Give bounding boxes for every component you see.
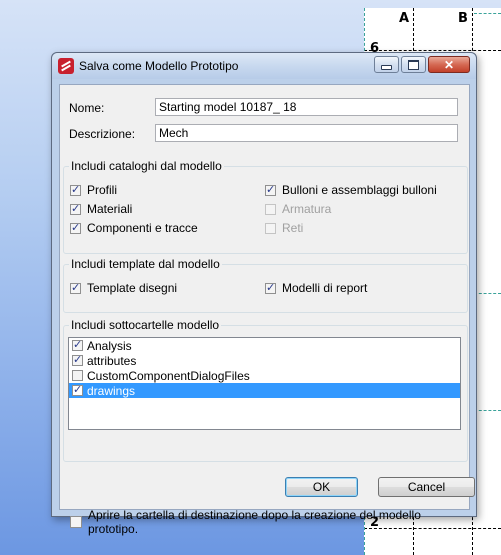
list-item-label: Analysis	[87, 338, 132, 353]
catalogs-group: Includi cataloghi dal modello Profili Ma…	[63, 159, 468, 254]
checkbox-label: Componenti e tracce	[87, 221, 198, 235]
checkbox-componenti-e-tracce[interactable]: Componenti e tracce	[70, 221, 198, 235]
checkbox-box	[70, 516, 82, 528]
catalogs-group-title: Includi cataloghi dal modello	[69, 159, 224, 173]
name-label: Nome:	[69, 101, 105, 115]
checkbox-box[interactable]	[72, 338, 83, 351]
list-item-label: drawings	[87, 383, 136, 398]
checkbox-label: Bulloni e assemblaggi bulloni	[282, 183, 437, 197]
list-item[interactable]: CustomComponentDialogFiles	[69, 368, 460, 383]
grid-guide	[474, 410, 501, 411]
checkbox-bulloni[interactable]: Bulloni e assemblaggi bulloni	[265, 183, 437, 197]
checkbox-box	[70, 281, 81, 294]
maximize-button[interactable]	[401, 56, 426, 73]
dialog-titlebar[interactable]: Salva come Modello Prototipo ✕	[52, 53, 476, 79]
minimize-icon	[381, 65, 392, 70]
list-item-label: attributes	[87, 353, 137, 368]
close-button[interactable]: ✕	[428, 56, 470, 73]
save-prototype-dialog: Salva come Modello Prototipo ✕ Nome: Des…	[51, 52, 477, 536]
checkbox-box[interactable]	[72, 353, 83, 366]
checkbox-box[interactable]	[72, 383, 83, 396]
checkbox-box[interactable]	[72, 370, 83, 381]
templates-group: Includi template dal modello Template di…	[63, 257, 468, 313]
checkbox-label: Reti	[282, 221, 304, 235]
checkbox-reti: Reti	[265, 221, 303, 235]
checkbox-materiali[interactable]: Materiali	[70, 202, 132, 216]
checkbox-box	[265, 203, 276, 215]
checkbox-armatura: Armatura	[265, 202, 331, 216]
grid-line-6	[364, 50, 501, 51]
app-icon	[58, 58, 74, 74]
dialog-body: Nome: Descrizione: Includi cataloghi dal…	[59, 84, 475, 536]
list-item[interactable]: Analysis	[69, 338, 460, 353]
templates-group-title: Includi template dal modello	[69, 257, 222, 271]
checkbox-label: Modelli di report	[282, 281, 368, 295]
list-item[interactable]: drawings	[69, 383, 460, 398]
checkbox-profili[interactable]: Profili	[70, 183, 117, 197]
grid-label-b: B	[458, 11, 468, 26]
checkbox-box	[70, 202, 81, 215]
grid-guide	[474, 13, 501, 14]
checkbox-label: Profili	[87, 183, 118, 197]
dialog-title: Salva come Modello Prototipo	[79, 59, 239, 73]
checkbox-modelli-di-report[interactable]: Modelli di report	[265, 281, 367, 295]
maximize-icon	[408, 59, 419, 70]
subfolders-listbox[interactable]: Analysis attributes CustomComponentDialo…	[68, 337, 461, 430]
grid-guide	[474, 293, 501, 294]
checkbox-label: Armatura	[282, 202, 332, 216]
list-item[interactable]: attributes	[69, 353, 460, 368]
description-input[interactable]	[155, 124, 458, 142]
checkbox-label: Materiali	[87, 202, 133, 216]
checkbox-template-disegni[interactable]: Template disegni	[70, 281, 177, 295]
minimize-button[interactable]	[374, 56, 399, 73]
description-label: Descrizione:	[69, 127, 136, 141]
checkbox-label: Aprire la cartella di destinazione dopo …	[88, 508, 421, 536]
checkbox-label: Template disegni	[87, 281, 178, 295]
ok-button[interactable]: OK	[285, 477, 358, 497]
subfolders-group-title: Includi sottocartelle modello	[69, 318, 222, 332]
close-icon: ✕	[443, 57, 455, 72]
grid-label-a: A	[399, 11, 410, 26]
checkbox-box	[265, 281, 276, 294]
name-input[interactable]	[155, 98, 458, 116]
checkbox-box	[265, 222, 276, 234]
checkbox-open-folder[interactable]: Aprire la cartella di destinazione dopo …	[70, 508, 469, 536]
checkbox-box	[70, 183, 81, 196]
list-item-label: CustomComponentDialogFiles	[87, 368, 250, 383]
checkbox-box	[265, 183, 276, 196]
checkbox-box	[70, 221, 81, 234]
cancel-button[interactable]: Cancel	[378, 477, 475, 497]
